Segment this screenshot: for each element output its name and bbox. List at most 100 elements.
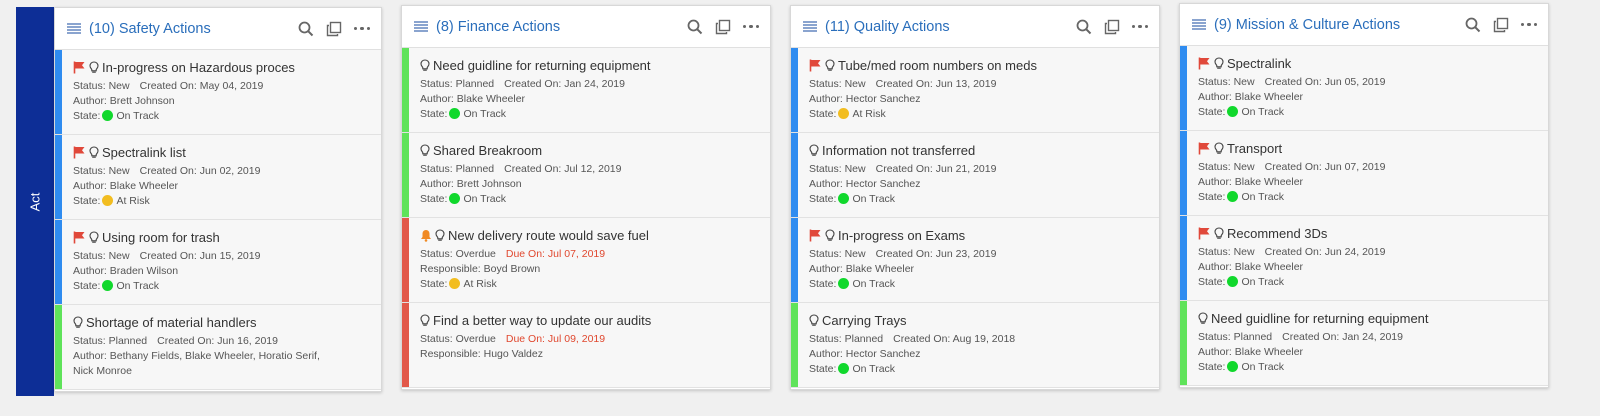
search-icon[interactable]	[1464, 16, 1482, 34]
lightbulb-icon	[809, 314, 819, 327]
action-card[interactable]: Spectralink list Status: New Created On: J…	[55, 135, 381, 220]
action-card[interactable]: In-progress on Hazardous proces Status: N…	[55, 50, 381, 135]
lightbulb-icon	[825, 229, 835, 242]
created-date: Created On: Jun 13, 2019	[875, 78, 997, 90]
status-text: Status: Planned	[1198, 331, 1273, 343]
lightbulb-icon	[420, 144, 430, 157]
due-date: Due On: Jul 07, 2019	[505, 248, 606, 260]
card-person-line: Author: Hector Sanchez	[809, 177, 1149, 192]
state-value: On Track	[1241, 276, 1285, 288]
card-title: Information not transferred	[822, 143, 976, 158]
card-person-line: Responsible: Boyd Brown	[420, 262, 760, 277]
board-title[interactable]: (10) Safety Actions	[89, 21, 297, 37]
state-value: On Track	[116, 280, 160, 292]
action-card[interactable]: Spectralink Status: New Created On: Jun 05…	[1180, 46, 1548, 131]
list-icon[interactable]	[67, 22, 81, 35]
board-title[interactable]: (9) Mission & Culture Actions	[1214, 17, 1464, 33]
board-mission-culture-actions: (9) Mission & Culture Actions Spectralin…	[1179, 3, 1549, 388]
action-card[interactable]: Shortage of material handlers Status: Pla…	[55, 305, 381, 390]
more-icon[interactable]	[742, 18, 760, 36]
copy-icon[interactable]	[714, 18, 732, 36]
state-label: State:	[809, 278, 837, 290]
card-list: Need guidline for returning equipment Sta…	[402, 48, 770, 388]
flag-icon	[809, 229, 822, 242]
status-color-bar	[402, 133, 409, 217]
action-card[interactable]: Need guidline for returning equipment Sta…	[402, 48, 770, 133]
state-value: On Track	[1241, 106, 1285, 118]
card-title: Need guidline for returning equipment	[433, 58, 651, 73]
status-color-bar	[55, 50, 62, 134]
action-card[interactable]: Need guidline for returning equipment Sta…	[1180, 301, 1548, 386]
author-text: Author: Blake Wheeler	[1198, 346, 1304, 358]
action-card[interactable]: Information not transferred Status: New Cr…	[791, 133, 1159, 218]
copy-icon[interactable]	[325, 20, 343, 38]
card-list: Tube/med room numbers on meds Status: New…	[791, 48, 1159, 388]
flag-icon	[1198, 142, 1211, 155]
copy-icon[interactable]	[1492, 16, 1510, 34]
lightbulb-icon	[89, 146, 99, 159]
board-safety-actions: (10) Safety Actions In-progress on Hazar…	[54, 7, 382, 392]
action-card[interactable]: Using room for trash Status: New Created O…	[55, 220, 381, 305]
list-icon[interactable]	[1192, 18, 1206, 31]
action-card[interactable]: Shared Breakroom Status: Planned Created O…	[402, 133, 770, 218]
card-title-row: In-progress on Hazardous proces	[73, 60, 371, 75]
copy-icon[interactable]	[1103, 18, 1121, 36]
board-finance-actions: (8) Finance Actions Need guidline for re…	[401, 5, 771, 390]
lightbulb-icon	[1214, 227, 1224, 240]
status-color-bar	[402, 48, 409, 132]
card-state-line: State: On Track	[809, 277, 1149, 292]
action-card[interactable]: Carrying Trays Status: Planned Created On:…	[791, 303, 1159, 388]
board-header: (11) Quality Actions	[791, 6, 1159, 48]
more-icon[interactable]	[1131, 18, 1149, 36]
author-text: Author: Braden Wilson	[73, 265, 179, 277]
board-header: (9) Mission & Culture Actions	[1180, 4, 1548, 46]
lightbulb-icon	[420, 314, 430, 327]
card-state-line: State: On Track	[420, 107, 760, 122]
lightbulb-icon	[89, 231, 99, 244]
status-text: Status: New	[73, 80, 130, 92]
search-icon[interactable]	[297, 20, 315, 38]
board-title[interactable]: (8) Finance Actions	[436, 19, 686, 35]
card-status-line: Status: New Created On: Jun 21, 2019	[809, 162, 1149, 177]
action-card[interactable]: New delivery route would save fuel Status…	[402, 218, 770, 303]
card-person-line: Author: Blake Wheeler	[420, 92, 760, 107]
card-person-line: Author: Braden Wilson	[73, 264, 371, 279]
created-date: Created On: Jun 02, 2019	[139, 165, 261, 177]
state-label: State:	[809, 363, 837, 375]
card-title-row: Need guidline for returning equipment	[420, 58, 760, 73]
board-title[interactable]: (11) Quality Actions	[825, 19, 1075, 35]
card-status-line: Status: Overdue Due On: Jul 07, 2019	[420, 247, 760, 262]
responsible-text: Responsible: Boyd Brown	[420, 263, 541, 275]
state-value: At Risk	[463, 278, 497, 290]
author-text: Author: Brett Johnson	[420, 178, 522, 190]
state-label: State:	[1198, 191, 1226, 203]
action-card[interactable]: Recommend 3Ds Status: New Created On: Jun …	[1180, 216, 1548, 301]
author-text: Author: Hector Sanchez	[809, 348, 921, 360]
search-icon[interactable]	[1075, 18, 1093, 36]
status-text: Status: Planned	[73, 335, 148, 347]
state-dot-icon	[838, 363, 850, 374]
list-icon[interactable]	[803, 20, 817, 33]
created-date: Created On: Jun 05, 2019	[1264, 76, 1386, 88]
status-color-bar	[1180, 301, 1187, 385]
action-card[interactable]: Tube/med room numbers on meds Status: New…	[791, 48, 1159, 133]
flag-icon	[1198, 227, 1211, 240]
status-color-bar	[55, 305, 62, 389]
more-icon[interactable]	[1520, 16, 1538, 34]
search-icon[interactable]	[686, 18, 704, 36]
lightbulb-icon	[73, 316, 83, 329]
status-color-bar	[1180, 46, 1187, 130]
card-status-line: Status: Planned Created On: Jul 12, 2019	[420, 162, 760, 177]
action-card[interactable]: Transport Status: New Created On: Jun 07, …	[1180, 131, 1548, 216]
card-person-line: Author: Hector Sanchez	[809, 92, 1149, 107]
more-icon[interactable]	[353, 20, 371, 38]
board-header: (8) Finance Actions	[402, 6, 770, 48]
author-text: Author: Blake Wheeler	[1198, 261, 1304, 273]
card-status-line: Status: New Created On: Jun 23, 2019	[809, 247, 1149, 262]
list-icon[interactable]	[414, 20, 428, 33]
action-card[interactable]: Find a better way to update our audits St…	[402, 303, 770, 388]
action-card[interactable]: In-progress on Exams Status: New Created O…	[791, 218, 1159, 303]
status-color-bar	[402, 303, 409, 387]
card-title-row: Using room for trash	[73, 230, 371, 245]
state-dot-icon	[1227, 106, 1239, 117]
